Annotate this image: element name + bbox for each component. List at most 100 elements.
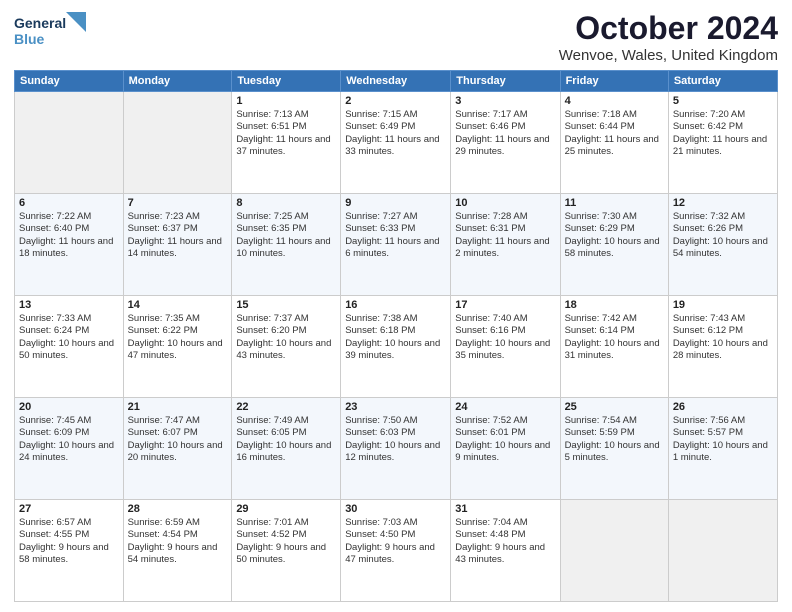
cell-info-line: Sunrise: 7:47 AM (128, 415, 228, 427)
day-number: 29 (236, 503, 336, 515)
week-row-1: 6Sunrise: 7:22 AMSunset: 6:40 PMDaylight… (15, 194, 778, 296)
day-number: 28 (128, 503, 228, 515)
cell-info-line: Sunset: 4:52 PM (236, 529, 336, 541)
cell-info-line: Sunset: 6:03 PM (345, 427, 446, 439)
calendar-cell: 22Sunrise: 7:49 AMSunset: 6:05 PMDayligh… (232, 398, 341, 500)
cell-info-line: Sunrise: 7:13 AM (236, 109, 336, 121)
calendar-cell (15, 92, 124, 194)
day-number: 8 (236, 197, 336, 209)
main-title: October 2024 (559, 10, 778, 47)
calendar-cell: 12Sunrise: 7:32 AMSunset: 6:26 PMDayligh… (668, 194, 777, 296)
cell-info-line: Daylight: 9 hours and 47 minutes. (345, 542, 446, 567)
cell-info-line: Daylight: 11 hours and 33 minutes. (345, 134, 446, 159)
calendar-cell (123, 92, 232, 194)
day-number: 2 (345, 95, 446, 107)
week-row-4: 27 Sunrise: 6:57 AMSunset: 4:55 PM Dayligh… (15, 500, 778, 602)
day-number: 27 (19, 503, 119, 515)
cell-info-line: Sunset: 6:26 PM (673, 223, 773, 235)
cell-info-line: Daylight: 9 hours and 43 minutes. (455, 542, 555, 567)
day-number: 4 (565, 95, 664, 107)
calendar-cell: 20Sunrise: 7:45 AMSunset: 6:09 PMDayligh… (15, 398, 124, 500)
cell-info-line: Daylight: 10 hours and 9 minutes. (455, 440, 555, 465)
calendar-cell: 9Sunrise: 7:27 AMSunset: 6:33 PMDaylight… (341, 194, 451, 296)
day-number: 14 (128, 299, 228, 311)
calendar-cell (668, 500, 777, 602)
day-header-monday: Monday (123, 71, 232, 92)
cell-info-line: Sunset: 4:55 PM (19, 529, 119, 541)
logo-svg: General Blue (14, 10, 94, 48)
calendar-cell: 14 Sunrise: 7:35 AMSunset: 6:22 PMDayligh… (123, 296, 232, 398)
week-row-3: 20Sunrise: 7:45 AMSunset: 6:09 PMDayligh… (15, 398, 778, 500)
calendar-cell: 1Sunrise: 7:13 AMSunset: 6:51 PMDaylight… (232, 92, 341, 194)
cell-info-line: Daylight: 10 hours and 31 minutes. (565, 338, 664, 363)
day-number: 5 (673, 95, 773, 107)
logo: General Blue (14, 10, 94, 48)
cell-info-line: Sunrise: 7:22 AM (19, 211, 119, 223)
cell-info-line: Sunset: 6:05 PM (236, 427, 336, 439)
cell-info-line: Sunset: 5:59 PM (565, 427, 664, 439)
day-number: 7 (128, 197, 228, 209)
day-number: 17 (455, 299, 555, 311)
calendar-cell: 2Sunrise: 7:15 AMSunset: 6:49 PMDaylight… (341, 92, 451, 194)
subtitle: Wenvoe, Wales, United Kingdom (559, 47, 778, 64)
cell-info-line: Sunrise: 7:54 AM (565, 415, 664, 427)
calendar-cell: 28Sunrise: 6:59 AMSunset: 4:54 PMDayligh… (123, 500, 232, 602)
day-header-tuesday: Tuesday (232, 71, 341, 92)
cell-info-line: Sunset: 6:20 PM (236, 325, 336, 337)
calendar-cell: 3Sunrise: 7:17 AMSunset: 6:46 PMDaylight… (451, 92, 560, 194)
cell-info-line: Sunset: 6:22 PM (128, 325, 228, 337)
cell-info-line: Sunrise: 7:01 AM (236, 517, 336, 529)
calendar-cell: 18Sunrise: 7:42 AMSunset: 6:14 PMDayligh… (560, 296, 668, 398)
day-header-sunday: Sunday (15, 71, 124, 92)
cell-info-line: Daylight: 9 hours and 50 minutes. (236, 542, 336, 567)
calendar-cell: 25Sunrise: 7:54 AMSunset: 5:59 PMDayligh… (560, 398, 668, 500)
day-number: 22 (236, 401, 336, 413)
day-number: 19 (673, 299, 773, 311)
calendar-cell: 10Sunrise: 7:28 AMSunset: 6:31 PMDayligh… (451, 194, 560, 296)
day-number: 15 (236, 299, 336, 311)
cell-info-line: Sunset: 6:49 PM (345, 121, 446, 133)
cell-info-line: Daylight: 10 hours and 58 minutes. (565, 236, 664, 261)
cell-info-line: Sunrise: 7:37 AM (236, 313, 336, 325)
cell-info-line: Daylight: 11 hours and 29 minutes. (455, 134, 555, 159)
cell-info-line: Sunrise: 7:23 AM (128, 211, 228, 223)
cell-info-line: Daylight: 10 hours and 47 minutes. (128, 338, 228, 363)
cell-info-line: Sunrise: 7:49 AM (236, 415, 336, 427)
day-number: 20 (19, 401, 119, 413)
day-header-thursday: Thursday (451, 71, 560, 92)
cell-info-line: Sunrise: 6:57 AM (19, 517, 119, 529)
calendar-cell: 26Sunrise: 7:56 AMSunset: 5:57 PMDayligh… (668, 398, 777, 500)
cell-info-line: Sunset: 6:44 PM (565, 121, 664, 133)
day-number: 31 (455, 503, 555, 515)
cell-info-line: Sunset: 6:40 PM (19, 223, 119, 235)
cell-info-line: Daylight: 10 hours and 35 minutes. (455, 338, 555, 363)
cell-info-line: Sunrise: 7:38 AM (345, 313, 446, 325)
title-block: October 2024 Wenvoe, Wales, United Kingd… (559, 10, 778, 64)
day-header-saturday: Saturday (668, 71, 777, 92)
day-number: 12 (673, 197, 773, 209)
day-number: 21 (128, 401, 228, 413)
cell-info-line: Daylight: 11 hours and 6 minutes. (345, 236, 446, 261)
cell-info-line: Sunrise: 7:27 AM (345, 211, 446, 223)
calendar-cell: 5Sunrise: 7:20 AMSunset: 6:42 PMDaylight… (668, 92, 777, 194)
cell-info-line: Daylight: 10 hours and 54 minutes. (673, 236, 773, 261)
cell-info-line: Sunset: 4:54 PM (128, 529, 228, 541)
cell-info-line: Sunset: 6:09 PM (19, 427, 119, 439)
calendar-cell: 8Sunrise: 7:25 AMSunset: 6:35 PMDaylight… (232, 194, 341, 296)
calendar-cell: 15Sunrise: 7:37 AMSunset: 6:20 PMDayligh… (232, 296, 341, 398)
cell-info-line: Sunrise: 7:35 AM (128, 313, 228, 325)
day-number: 13 (19, 299, 119, 311)
cell-info-line: Sunset: 6:14 PM (565, 325, 664, 337)
week-row-0: 1Sunrise: 7:13 AMSunset: 6:51 PMDaylight… (15, 92, 778, 194)
week-row-2: 13Sunrise: 7:33 AMSunset: 6:24 PMDayligh… (15, 296, 778, 398)
calendar-table: SundayMondayTuesdayWednesdayThursdayFrid… (14, 70, 778, 602)
cell-info-line: Daylight: 10 hours and 20 minutes. (128, 440, 228, 465)
cell-info-line: Sunrise: 6:59 AM (128, 517, 228, 529)
calendar-cell: 6Sunrise: 7:22 AMSunset: 6:40 PMDaylight… (15, 194, 124, 296)
cell-info-line: Sunrise: 7:40 AM (455, 313, 555, 325)
day-number: 16 (345, 299, 446, 311)
day-number: 10 (455, 197, 555, 209)
cell-info-line: Daylight: 10 hours and 50 minutes. (19, 338, 119, 363)
day-number: 30 (345, 503, 446, 515)
svg-text:Blue: Blue (14, 31, 45, 47)
